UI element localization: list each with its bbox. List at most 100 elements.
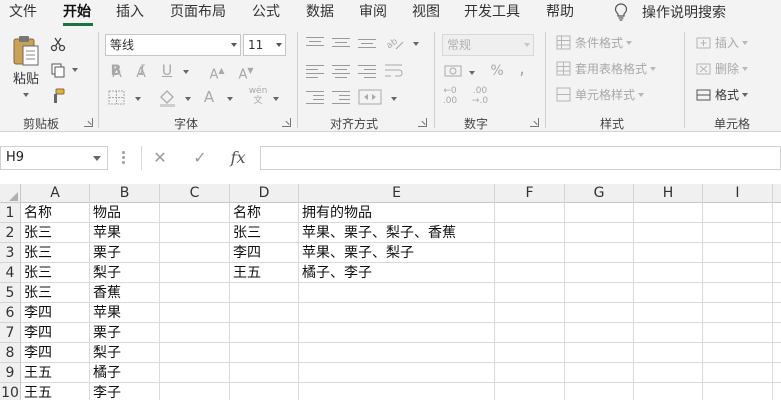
align-center-icon[interactable] [332, 64, 350, 78]
clipboard-launcher-icon[interactable] [84, 118, 93, 127]
number-format-select[interactable]: 常规 [442, 34, 534, 56]
row-header-5[interactable]: 5 [0, 283, 21, 303]
row-header-4[interactable]: 4 [0, 263, 21, 283]
row-header-10[interactable]: 10 [0, 383, 21, 400]
column-header-a[interactable]: A [21, 184, 90, 203]
number-launcher-icon[interactable] [530, 118, 539, 127]
comma-style-icon[interactable]: , [512, 60, 532, 78]
cell-b4[interactable]: 梨子 [90, 263, 160, 283]
cell-b1[interactable]: 物品 [90, 203, 160, 223]
chevron-down-icon[interactable] [391, 97, 397, 101]
cell-a5[interactable]: 张三 [21, 283, 90, 303]
cancel-icon[interactable]: ✕ [146, 146, 174, 170]
italic-icon[interactable]: I [132, 62, 152, 80]
cell-d2[interactable]: 张三 [230, 223, 299, 243]
tab-view[interactable]: 视图 [412, 2, 440, 22]
alignment-launcher-icon[interactable] [418, 118, 427, 127]
align-right-icon[interactable] [358, 64, 376, 78]
tab-insert[interactable]: 插入 [116, 2, 144, 22]
cell-b10[interactable]: 李子 [90, 383, 160, 400]
tab-review[interactable]: 审阅 [359, 2, 387, 22]
column-header-c[interactable]: C [160, 184, 230, 203]
column-header-g[interactable]: G [565, 184, 634, 203]
row-header-9[interactable]: 9 [0, 363, 21, 383]
cell-a10[interactable]: 王五 [21, 383, 90, 400]
decrease-indent-icon[interactable] [306, 90, 324, 104]
conditional-formatting-button[interactable]: 条件格式 [556, 34, 633, 51]
align-bottom-icon[interactable] [358, 36, 376, 50]
column-header-e[interactable]: E [299, 184, 495, 203]
wrap-text-icon[interactable] [384, 63, 404, 79]
cell-b5[interactable]: 香蕉 [90, 283, 160, 303]
chevron-down-icon[interactable] [183, 70, 189, 74]
cell-a9[interactable]: 王五 [21, 363, 90, 383]
chevron-down-icon[interactable] [185, 97, 191, 101]
delete-cells-button[interactable]: 删除 [696, 60, 749, 77]
select-all-button[interactable] [0, 184, 21, 203]
formula-input[interactable] [260, 146, 781, 170]
percent-style-icon[interactable]: % [487, 62, 507, 80]
column-header-i[interactable]: I [703, 184, 773, 203]
cell-b2[interactable]: 苹果 [90, 223, 160, 243]
font-color-icon[interactable]: A [199, 88, 219, 106]
formula-bar-resize-handle[interactable] [122, 151, 125, 165]
cell-a4[interactable]: 张三 [21, 263, 90, 283]
decrease-decimal-icon[interactable]: .00 →.0 [470, 86, 490, 106]
font-name-select[interactable]: 等线 [105, 34, 241, 56]
insert-cells-button[interactable]: 插入 [696, 34, 749, 51]
cell-b7[interactable]: 栗子 [90, 323, 160, 343]
cell-a2[interactable]: 张三 [21, 223, 90, 243]
column-header-h[interactable]: H [634, 184, 703, 203]
tab-data[interactable]: 数据 [306, 2, 334, 22]
align-left-icon[interactable] [306, 64, 324, 78]
cell-b3[interactable]: 栗子 [90, 243, 160, 263]
column-header-f[interactable]: F [495, 184, 565, 203]
tab-help[interactable]: 帮助 [546, 2, 574, 22]
format-cells-button[interactable]: 格式 [696, 86, 749, 103]
cut-button[interactable] [50, 36, 66, 52]
cell-a8[interactable]: 李四 [21, 343, 90, 363]
tab-formulas[interactable]: 公式 [252, 2, 280, 22]
cell-d3[interactable]: 李四 [230, 243, 299, 263]
name-box[interactable]: H9 [0, 146, 108, 170]
chevron-down-icon[interactable] [469, 71, 475, 75]
cell-b6[interactable]: 苹果 [90, 303, 160, 323]
cell-d4[interactable]: 王五 [230, 263, 299, 283]
grow-font-icon[interactable]: A▲ [207, 62, 227, 84]
row-header-1[interactable]: 1 [0, 203, 21, 223]
cell-b9[interactable]: 橘子 [90, 363, 160, 383]
chevron-down-icon[interactable] [227, 97, 233, 101]
copy-button[interactable] [50, 62, 78, 78]
row-header-8[interactable]: 8 [0, 343, 21, 363]
column-header-d[interactable]: D [230, 184, 299, 203]
chevron-down-icon[interactable] [273, 97, 279, 101]
format-as-table-button[interactable]: 套用表格格式 [556, 60, 657, 77]
font-launcher-icon[interactable] [282, 118, 291, 127]
chevron-down-icon[interactable] [135, 97, 141, 101]
cell-d1[interactable]: 名称 [230, 203, 299, 223]
cell-a1[interactable]: 名称 [21, 203, 90, 223]
orientation-icon[interactable]: ab [384, 34, 406, 52]
paste-button[interactable]: 粘贴 [8, 34, 44, 97]
worksheet-grid[interactable]: A B C D E F G H I 1 2 3 4 5 6 7 8 9 10 名称 物品 张三 苹果 张三… [0, 184, 781, 400]
tab-home[interactable]: 开始 [63, 2, 91, 22]
tab-developer[interactable]: 开发工具 [464, 2, 520, 22]
accounting-format-icon[interactable] [444, 62, 464, 80]
row-header-2[interactable]: 2 [0, 223, 21, 243]
underline-icon[interactable]: U [157, 62, 177, 80]
insert-function-icon[interactable]: fx [224, 146, 252, 170]
format-painter-button[interactable] [50, 88, 66, 104]
cell-e3[interactable]: 苹果、栗子、梨子 [299, 243, 495, 263]
row-header-6[interactable]: 6 [0, 303, 21, 323]
cell-a3[interactable]: 张三 [21, 243, 90, 263]
cell-b8[interactable]: 梨子 [90, 343, 160, 363]
tab-file[interactable]: 文件 [9, 2, 37, 22]
shrink-font-icon[interactable]: A▼ [236, 62, 256, 84]
cell-a7[interactable]: 李四 [21, 323, 90, 343]
cell-e4[interactable]: 橘子、李子 [299, 263, 495, 283]
tab-page-layout[interactable]: 页面布局 [170, 2, 226, 22]
merge-center-icon[interactable] [358, 88, 384, 106]
borders-icon[interactable] [108, 90, 126, 106]
increase-indent-icon[interactable] [332, 90, 350, 104]
chevron-down-icon[interactable] [413, 42, 419, 46]
